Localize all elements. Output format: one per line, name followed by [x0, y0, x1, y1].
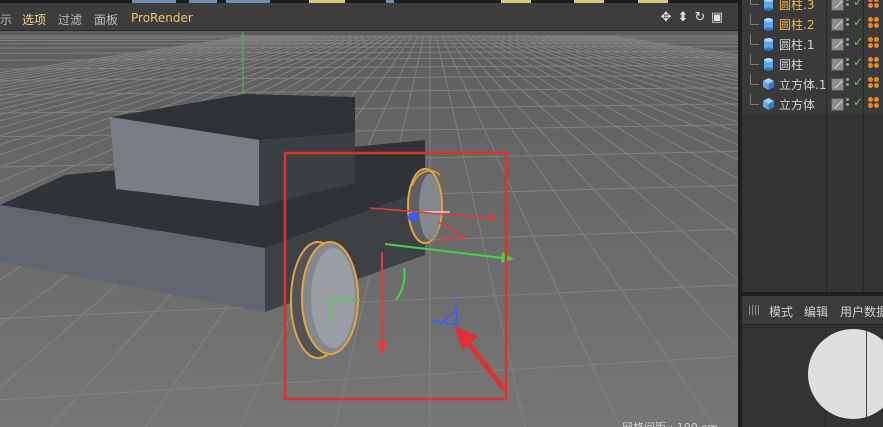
- cylinder-icon: [762, 0, 775, 11]
- tree-connector: [750, 74, 759, 85]
- enabled-check-icon[interactable]: ✓: [853, 15, 863, 29]
- menu-display[interactable]: 示: [0, 11, 12, 28]
- layer-icon[interactable]: [831, 38, 844, 51]
- enabled-check-icon[interactable]: ✓: [853, 95, 863, 109]
- tree-connector: [750, 54, 759, 65]
- menu-filter[interactable]: 过滤: [58, 11, 82, 28]
- menu-edit[interactable]: 编辑: [804, 303, 828, 320]
- tag-icon[interactable]: [868, 37, 882, 51]
- grip-icon[interactable]: [749, 305, 759, 315]
- cylinder-icon: [762, 57, 775, 71]
- cylinder-icon: [762, 17, 775, 31]
- attribute-manager-body: [742, 325, 883, 427]
- viewport-scene[interactable]: [0, 0, 738, 427]
- object-row[interactable]: 圆柱.1 ✓: [742, 34, 883, 54]
- visibility-dots-icon[interactable]: [846, 0, 851, 10]
- tree-connector: [750, 34, 759, 45]
- layer-icon[interactable]: [831, 18, 844, 31]
- object-name[interactable]: 圆柱: [779, 56, 803, 73]
- menu-prorender[interactable]: ProRender: [131, 11, 193, 25]
- viewport-menubar: 示 选项 过滤 面板 ProRender ✥ ⬍ ↻ ▣: [0, 3, 738, 31]
- object-manager: 圆柱.3 ✓ 圆柱.2 ✓ 圆柱.1 ✓ 圆柱 ✓ 立方体.1 ✓ 立方体 ✓: [742, 0, 883, 292]
- menu-panel[interactable]: 面板: [94, 11, 118, 28]
- enabled-check-icon[interactable]: ✓: [853, 35, 863, 49]
- move-view-icon[interactable]: ✥: [659, 11, 673, 25]
- object-name[interactable]: 圆柱.1: [779, 36, 814, 53]
- object-row[interactable]: 圆柱.2 ✓: [742, 14, 883, 34]
- enabled-check-icon[interactable]: ✓: [853, 0, 863, 9]
- menu-options[interactable]: 选项: [22, 11, 46, 28]
- 3d-viewport[interactable]: 示 选项 过滤 面板 ProRender ✥⬍↻▣ 网格间距 : 100 cm: [0, 0, 738, 427]
- enabled-check-icon[interactable]: ✓: [853, 55, 863, 69]
- tag-icon[interactable]: [868, 77, 882, 91]
- dolly-view-icon[interactable]: ⬍: [676, 11, 690, 25]
- tree-connector: [750, 94, 759, 105]
- cube-icon: [762, 77, 775, 91]
- visibility-dots-icon[interactable]: [846, 18, 851, 30]
- object-row[interactable]: 圆柱.3 ✓: [742, 0, 883, 14]
- menu-user-data[interactable]: 用户数据: [840, 303, 883, 320]
- object-row[interactable]: 立方体 ✓: [742, 94, 883, 114]
- tag-icon[interactable]: [868, 57, 882, 71]
- layer-icon[interactable]: [831, 78, 844, 91]
- grid-spacing-label: 网格间距 : 100 cm: [622, 419, 718, 427]
- enabled-check-icon[interactable]: ✓: [853, 75, 863, 89]
- object-row[interactable]: 圆柱 ✓: [742, 54, 883, 74]
- cylinder-icon: [762, 37, 775, 51]
- visibility-dots-icon[interactable]: [846, 78, 851, 90]
- tag-icon[interactable]: [868, 97, 882, 111]
- visibility-dots-icon[interactable]: [846, 38, 851, 50]
- visibility-dots-icon[interactable]: [846, 58, 851, 70]
- object-name[interactable]: 圆柱.3: [779, 0, 814, 13]
- object-name[interactable]: 立方体.1: [779, 76, 826, 93]
- rotate-view-icon[interactable]: ↻: [693, 11, 707, 25]
- visibility-dots-icon[interactable]: [846, 98, 851, 110]
- tag-icon[interactable]: [868, 0, 882, 11]
- object-row[interactable]: 立方体.1 ✓: [742, 74, 883, 94]
- wheel-far: [407, 168, 443, 244]
- object-name[interactable]: 圆柱.2: [779, 16, 814, 33]
- cube-upper: [110, 94, 355, 206]
- tree-connector: [750, 0, 759, 5]
- maximize-view-icon[interactable]: ▣: [710, 11, 724, 25]
- layer-icon[interactable]: [831, 98, 844, 111]
- layer-icon[interactable]: [831, 58, 844, 71]
- tag-icon[interactable]: [868, 17, 882, 31]
- attribute-manager-menubar: 模式 编辑 用户数据: [742, 296, 883, 325]
- object-name[interactable]: 立方体: [779, 96, 815, 113]
- viewport-nav-icons: ✥ ⬍ ↻ ▣: [656, 10, 724, 26]
- layer-icon[interactable]: [831, 0, 844, 11]
- tree-connector: [750, 14, 759, 25]
- watermark-blob: [808, 329, 883, 419]
- cube-icon: [762, 97, 775, 111]
- menu-mode[interactable]: 模式: [769, 303, 793, 320]
